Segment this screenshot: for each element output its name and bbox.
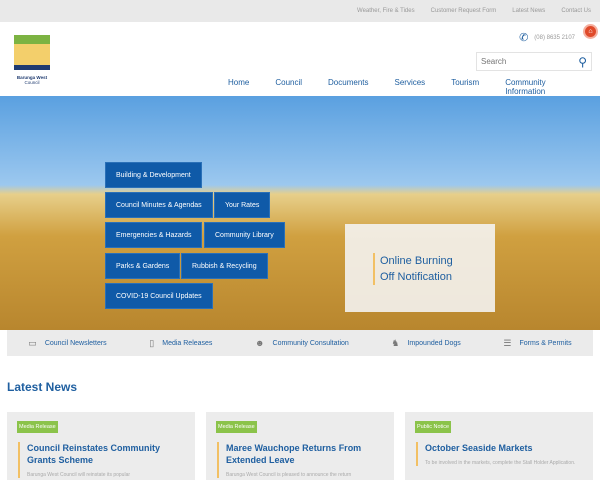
phone-icon: ✆ (519, 32, 529, 44)
nav-services[interactable]: Services (395, 78, 426, 96)
council-minutes-button[interactable]: Council Minutes & Agendas (105, 192, 213, 218)
news-excerpt: Barunga West Council will reinstate its … (27, 472, 131, 478)
quicklink-label: Media Releases (162, 339, 213, 347)
building-development-button[interactable]: Building & Development (105, 162, 202, 188)
news-excerpt: To be involved in the markets, complete … (425, 460, 576, 466)
logo-mark (14, 35, 50, 75)
rubbish-recycling-button[interactable]: Rubbish & Recycling (181, 253, 268, 279)
link-customer-request[interactable]: Customer Request Form (431, 8, 497, 14)
promo-line: Online Burning (380, 255, 453, 267)
news-card[interactable]: Media Release Maree Wauchope Returns Fro… (206, 412, 394, 480)
council-logo[interactable]: Barunga West Council (14, 35, 50, 85)
home-alert-icon[interactable]: ⌂ (583, 24, 598, 39)
search-box: ⚲ (476, 52, 592, 71)
quicklink-consultation[interactable]: ☻ Community Consultation (255, 338, 349, 348)
hero-banner: Building & Development Council Minutes &… (0, 96, 600, 330)
news-tag: Public Notice (415, 421, 452, 433)
community-library-button[interactable]: Community Library (204, 222, 285, 248)
latest-news-heading: Latest News (7, 380, 78, 394)
nav-council[interactable]: Council (275, 78, 302, 96)
link-contact-us[interactable]: Contact Us (561, 8, 591, 14)
forms-icon: ☰ (503, 337, 512, 348)
search-input[interactable] (481, 57, 561, 66)
burning-off-promo[interactable]: Online Burning Off Notification (345, 224, 495, 312)
quicklink-label: Council Newsletters (44, 339, 107, 347)
quicklink-forms[interactable]: ☰ Forms & Permits (503, 338, 571, 349)
news-card[interactable]: Public Notice October Seaside Markets To … (405, 412, 593, 480)
people-icon: ☻ (255, 338, 265, 348)
news-title[interactable]: October Seaside Markets (425, 442, 584, 454)
quicklink-newsletters[interactable]: ▭ Council Newsletters (28, 338, 106, 349)
news-tag: Media Release (216, 421, 257, 433)
utility-bar: Weather, Fire & Tides Customer Request F… (0, 0, 600, 22)
logo-text: Council (24, 80, 40, 85)
quicklink-dogs[interactable]: ♞ Impounded Dogs (391, 338, 460, 349)
link-latest-news[interactable]: Latest News (512, 8, 545, 14)
phone-link[interactable]: ✆ (08) 8635 2107 (519, 31, 575, 44)
your-rates-button[interactable]: Your Rates (214, 192, 271, 218)
emergencies-hazards-button[interactable]: Emergencies & Hazards (105, 222, 203, 248)
quicklink-label: Impounded Dogs (407, 339, 461, 347)
speech-bubble-icon: ▭ (28, 337, 37, 348)
nav-home[interactable]: Home (228, 78, 249, 96)
promo-line: Off Notification (380, 271, 452, 283)
phone-number: (08) 8635 2107 (534, 34, 575, 41)
nav-documents[interactable]: Documents (328, 78, 368, 96)
document-icon: ▯ (149, 337, 155, 348)
search-icon[interactable]: ⚲ (578, 55, 587, 69)
news-excerpt: Barunga West Council is pleased to annou… (226, 472, 352, 478)
news-title[interactable]: Maree Wauchope Returns From Extended Lea… (226, 442, 385, 466)
main-nav: Home Council Documents Services Tourism … (228, 78, 600, 96)
quicklinks-bar: ▭ Council Newsletters ▯ Media Releases ☻ Co… (7, 330, 593, 356)
quicklink-media-releases[interactable]: ▯ Media Releases (149, 338, 212, 349)
news-title[interactable]: Council Reinstates Community Grants Sche… (27, 442, 186, 466)
quicklink-label: Community Consultation (272, 339, 349, 347)
link-weather[interactable]: Weather, Fire & Tides (357, 8, 415, 14)
promo-title: Online Burning Off Notification (373, 253, 453, 285)
dog-icon: ♞ (391, 337, 400, 348)
news-card[interactable]: Media Release Council Reinstates Communi… (7, 412, 195, 480)
quicklink-label: Forms & Permits (519, 339, 572, 347)
nav-tourism[interactable]: Tourism (451, 78, 479, 96)
covid-updates-button[interactable]: COVID-19 Council Updates (105, 283, 213, 309)
news-tag: Media Release (17, 421, 58, 433)
nav-community-information[interactable]: Community Information (505, 78, 574, 96)
parks-gardens-button[interactable]: Parks & Gardens (105, 253, 181, 279)
header: Barunga West Council ✆ (08) 8635 2107 ⌂ ⚲… (0, 22, 600, 96)
